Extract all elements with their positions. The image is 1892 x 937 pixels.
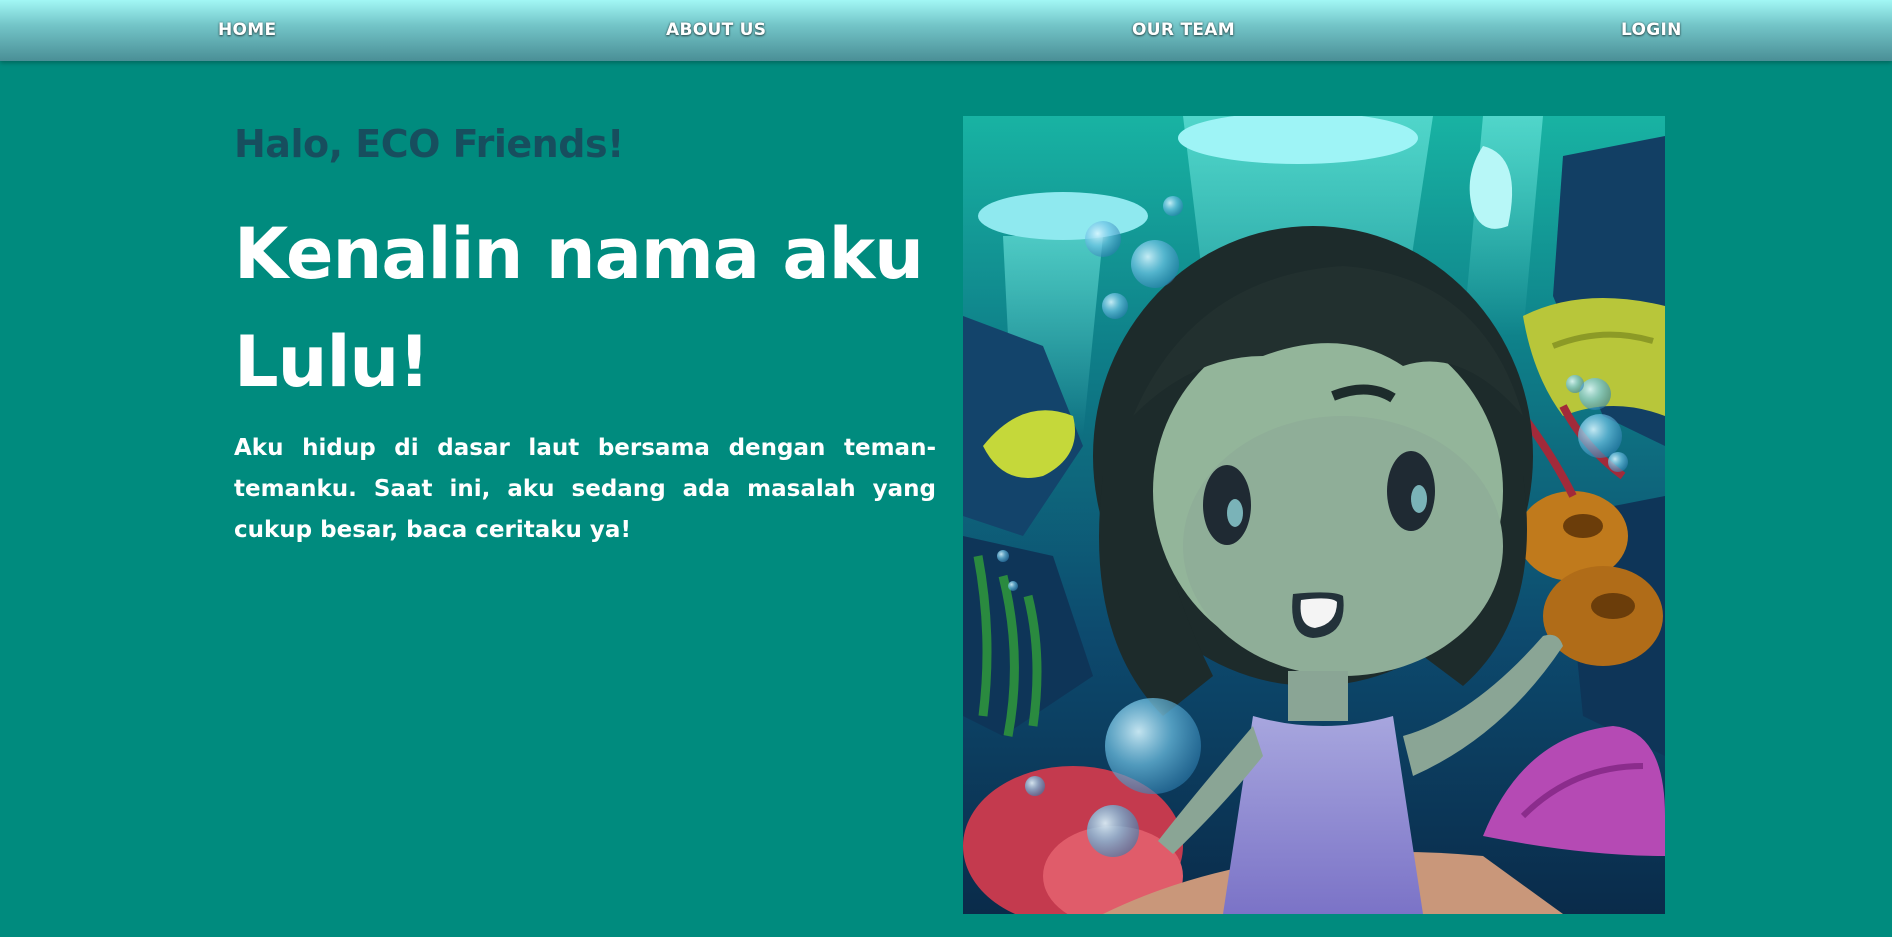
nav-about-us-link[interactable]: ABOUT US (666, 20, 766, 40)
nav-login-link[interactable]: LOGIN (1621, 20, 1682, 40)
headline-line-2: Lulu! (234, 321, 430, 403)
hero-headline: Kenalin nama aku Lulu! (234, 200, 934, 416)
greeting-heading: Halo, ECO Friends! (234, 122, 624, 166)
hero-description: Aku hidup di dasar laut bersama dengan t… (234, 435, 936, 543)
headline-line-1: Kenalin nama aku (234, 213, 924, 295)
nav-home-link[interactable]: HOME (218, 20, 276, 40)
lulu-underwater-illustration (963, 116, 1665, 914)
nav-our-team-link[interactable]: OUR TEAM (1132, 20, 1235, 40)
top-navbar: HOME ABOUT US OUR TEAM LOGIN (0, 0, 1892, 61)
